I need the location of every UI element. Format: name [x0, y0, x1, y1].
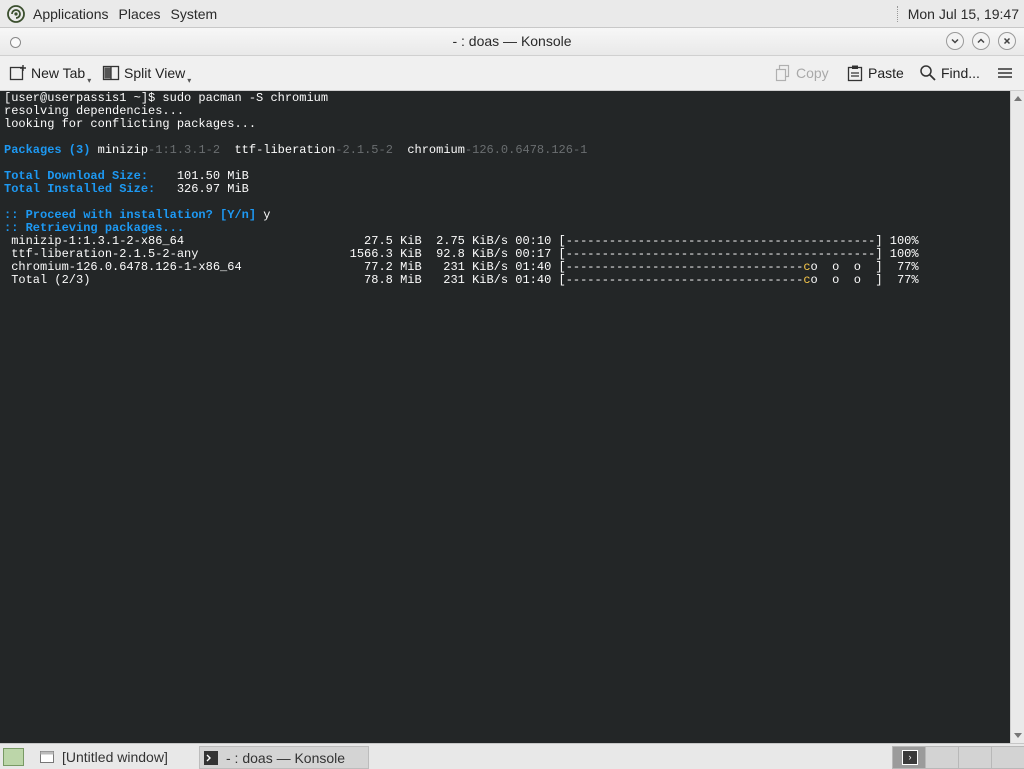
window-icon	[40, 750, 54, 763]
terminal-line: Total Installed Size: 326.97 MiB	[4, 183, 919, 196]
terminal-output: [user@userpassis1 ~]$ sudo pacman -S chr…	[4, 92, 919, 287]
dropdown-caret-icon[interactable]: ▾	[187, 76, 191, 85]
split-view-icon	[102, 64, 120, 82]
terminal-text-segment: ttf-liberation-2.1.5-2-any 1566.3 KiB 92…	[4, 247, 919, 261]
hamburger-menu-icon	[998, 68, 1012, 78]
find-button[interactable]: Find...	[919, 56, 980, 90]
terminal-text-segment: 101.50 MiB	[162, 169, 249, 183]
terminal-text-segment: Total (2/3) 78.8 MiB 231 KiB/s 01:40 [--…	[4, 273, 804, 287]
panel-menu-bar: Applications Places System	[0, 0, 222, 27]
minimize-button[interactable]	[946, 32, 964, 50]
close-icon	[1003, 37, 1011, 45]
maximize-button[interactable]	[972, 32, 990, 50]
workspace-4[interactable]	[991, 746, 1024, 769]
terminal-text-segment: resolving dependencies...	[4, 104, 185, 118]
terminal-text-segment: Total Installed Size:	[4, 182, 163, 196]
terminal-text-segment: 326.97 MiB	[162, 182, 249, 196]
bottom-taskbar: [Untitled window] - : doas — Konsole ›	[0, 743, 1024, 769]
scroll-down-icon[interactable]	[1014, 733, 1022, 738]
clock[interactable]: Mon Jul 15, 19:47	[908, 6, 1024, 22]
terminal-text-segment: c	[803, 260, 811, 274]
split-view-label: Split View	[124, 65, 186, 81]
terminal-line: Packages (3) minizip-1:1.3.1-2 ttf-liber…	[4, 144, 919, 157]
terminal-icon	[204, 750, 218, 765]
search-icon	[919, 64, 937, 82]
terminal-text-segment: chromium	[407, 143, 465, 157]
applications-menu[interactable]: Applications	[28, 6, 114, 22]
terminal-text-segment: minizip	[97, 143, 149, 157]
workspace-2[interactable]	[925, 746, 959, 769]
terminal-line: Total (2/3) 78.8 MiB 231 KiB/s 01:40 [--…	[4, 273, 919, 287]
distro-logo-icon[interactable]	[7, 4, 25, 23]
terminal-text-segment: y	[263, 208, 271, 222]
copy-button[interactable]: Copy	[774, 56, 829, 90]
terminal-text-segment: looking for conflicting packages...	[4, 117, 257, 131]
terminal-text-segment: -126.0.6478.126-1	[464, 143, 588, 157]
terminal-text-segment: Packages (3)	[4, 143, 98, 157]
workspace-switcher: ›	[892, 746, 1024, 769]
find-label: Find...	[941, 65, 980, 81]
copy-label: Copy	[796, 65, 829, 81]
new-tab-label: New Tab	[31, 65, 86, 81]
konsole-toolbar: New Tab ▾ Split View ▾ Copy Paste Find..…	[0, 56, 1024, 91]
terminal-text-segment: :: Retrieving packages...	[4, 221, 185, 235]
chevron-down-icon	[951, 38, 959, 44]
new-tab-icon	[9, 64, 27, 82]
terminal-text-segment: Total Download Size:	[4, 169, 163, 183]
task-untitled-window[interactable]: [Untitled window]	[36, 746, 200, 767]
panel-right-area: Mon Jul 15, 19:47	[896, 0, 1024, 27]
dropdown-caret-icon[interactable]: ▾	[87, 76, 91, 85]
paste-label: Paste	[868, 65, 904, 81]
terminal-text-segment: chromium-126.0.6478.126-1-x86_64 77.2 Mi…	[4, 260, 804, 274]
workspace-1[interactable]: ›	[892, 746, 926, 769]
terminal-text-segment: [user@userpassis1 ~]$ sudo pacman -S chr…	[4, 91, 329, 105]
task-label: - : doas — Konsole	[226, 749, 346, 766]
terminal-text-segment: minizip-1:1.3.1-2-x86_64 27.5 KiB 2.75 K…	[4, 234, 919, 248]
terminal-text-segment: ttf-liberation	[234, 143, 336, 157]
task-konsole[interactable]: - : doas — Konsole	[199, 746, 369, 769]
workspace-3[interactable]	[958, 746, 992, 769]
terminal-text-segment: c	[803, 273, 811, 287]
terminal-view[interactable]: [user@userpassis1 ~]$ sudo pacman -S chr…	[0, 91, 1010, 743]
show-desktop-button[interactable]	[3, 748, 24, 766]
chevron-up-icon	[977, 38, 985, 44]
terminal-line: looking for conflicting packages...	[4, 118, 919, 131]
split-view-button[interactable]: Split View ▾	[102, 56, 191, 90]
scroll-up-icon[interactable]	[1014, 96, 1022, 101]
terminal-scrollbar[interactable]	[1010, 91, 1024, 743]
task-label: [Untitled window]	[62, 748, 168, 765]
terminal-text-segment: -2.1.5-2	[335, 143, 408, 157]
terminal-text-segment: o o o ] 77%	[810, 273, 919, 287]
terminal-icon: ›	[902, 750, 918, 765]
terminal-text-segment: :: Proceed with installation? [Y/n]	[4, 208, 264, 222]
system-menu[interactable]: System	[166, 6, 223, 22]
terminal-text-segment: o o o ] 77%	[810, 260, 919, 274]
window-titlebar[interactable]: - : doas — Konsole	[0, 28, 1024, 56]
top-panel: Applications Places System Mon Jul 15, 1…	[0, 0, 1024, 28]
close-button[interactable]	[998, 32, 1016, 50]
paste-button[interactable]: Paste	[846, 56, 904, 90]
paste-icon	[846, 64, 864, 82]
hamburger-menu-button[interactable]	[996, 56, 1014, 90]
panel-separator	[896, 5, 900, 22]
window-title: - : doas — Konsole	[452, 33, 572, 49]
places-menu[interactable]: Places	[114, 6, 166, 22]
copy-icon	[774, 64, 792, 82]
new-tab-button[interactable]: New Tab ▾	[9, 56, 91, 90]
terminal-text-segment: -1:1.3.1-2	[148, 143, 235, 157]
